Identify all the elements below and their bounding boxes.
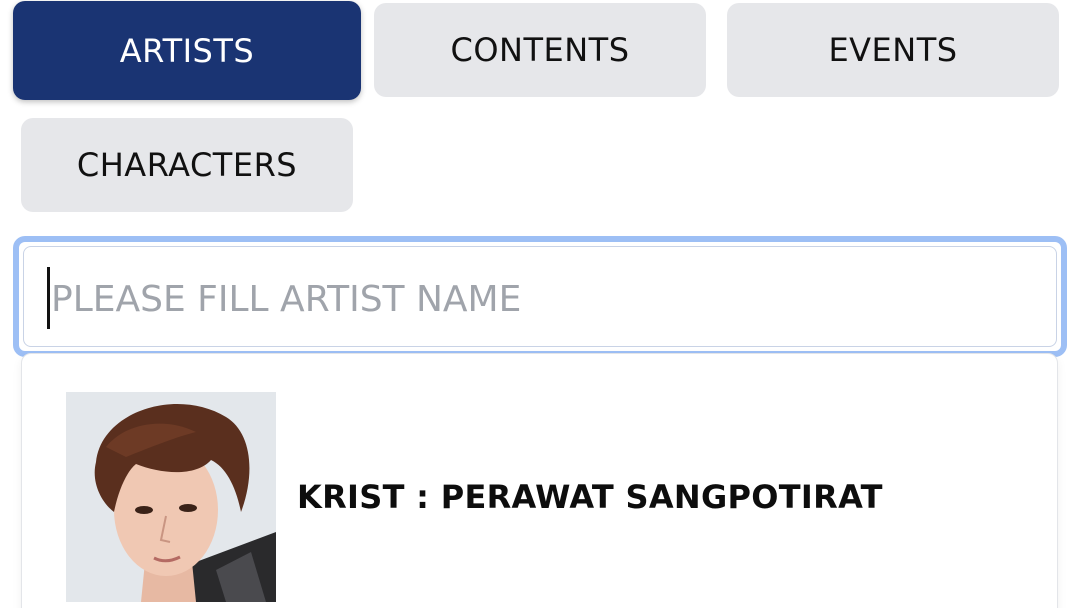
tab-artists[interactable]: ARTISTS [13, 1, 361, 100]
artist-search-page: ARTISTS CONTENTS EVENTS CHARACTERS PLEAS… [0, 0, 1080, 608]
artist-search-input[interactable] [51, 261, 1011, 337]
search-results-dropdown: KRIST : PERAWAT SANGPOTIRAT [21, 353, 1058, 608]
artist-avatar [66, 392, 276, 602]
search-box [13, 236, 1067, 357]
search-field-border [23, 246, 1057, 347]
artist-portrait-icon [66, 392, 276, 602]
tab-contents[interactable]: CONTENTS [374, 3, 706, 97]
text-caret [47, 267, 50, 329]
search-result-item[interactable]: KRIST : PERAWAT SANGPOTIRAT [22, 354, 1057, 608]
tab-characters[interactable]: CHARACTERS [21, 118, 353, 212]
tab-events[interactable]: EVENTS [727, 3, 1059, 97]
artist-name: KRIST : PERAWAT SANGPOTIRAT [297, 478, 883, 516]
